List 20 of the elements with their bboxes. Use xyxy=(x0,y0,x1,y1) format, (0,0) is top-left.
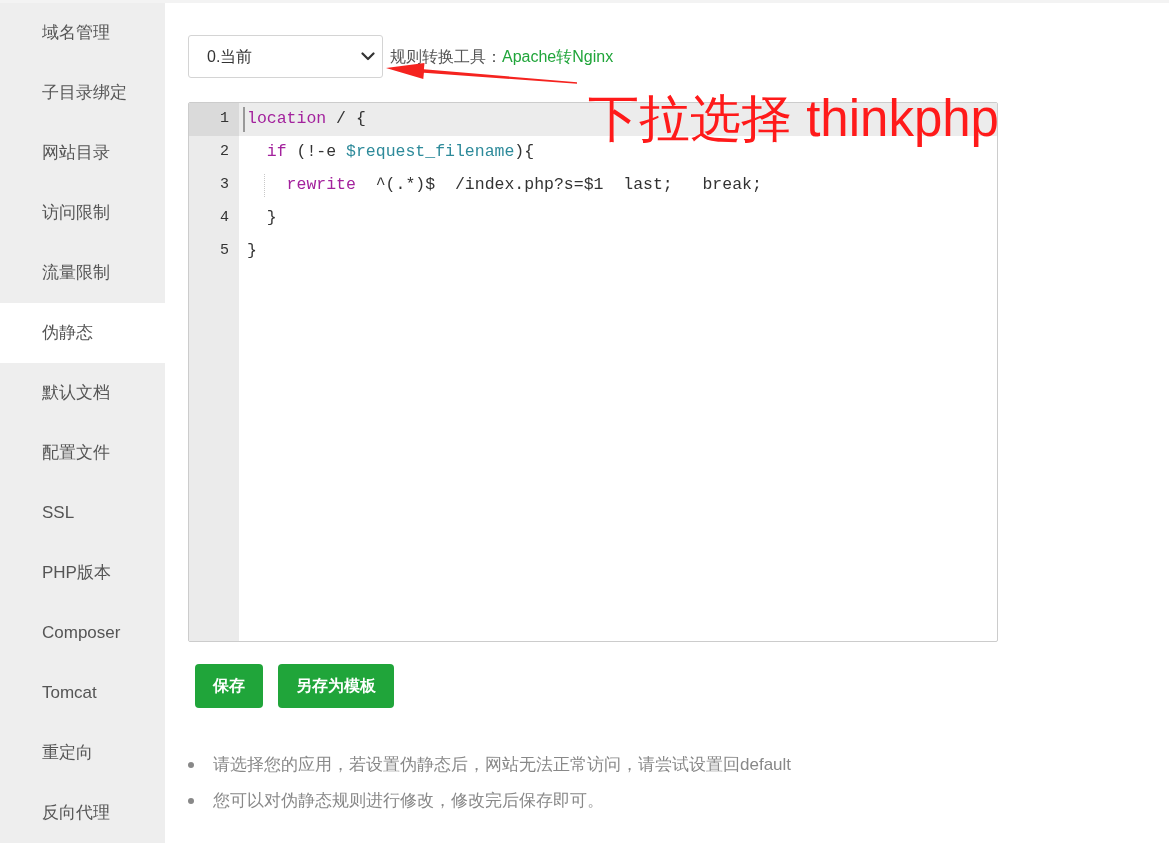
code-line: rewrite ^(.*)$ /index.php?s=$1 last; break; xyxy=(286,174,762,197)
bullet-icon xyxy=(188,798,194,804)
line-number: 1 xyxy=(189,103,239,136)
chevron-down-icon xyxy=(361,52,375,61)
tip-text: 您可以对伪静态规则进行修改，修改完后保存即可。 xyxy=(213,790,604,813)
tip-text: 请选择您的应用，若设置伪静态后，网站无法正常访问，请尝试设置回default xyxy=(213,754,792,777)
code-line: } xyxy=(247,240,257,263)
line-number: 4 xyxy=(219,208,230,229)
bullet-icon xyxy=(188,762,194,768)
line-number: 5 xyxy=(219,241,230,262)
rewrite-select[interactable]: 0.当前 xyxy=(188,35,383,78)
line-number: 2 xyxy=(219,142,230,163)
indent-guide xyxy=(263,174,265,197)
text-cursor xyxy=(243,107,245,132)
converter-label: 规则转换工具： xyxy=(390,46,502,67)
line-number: 3 xyxy=(219,175,230,196)
sidebar-item[interactable]: 伪静态 xyxy=(0,303,165,363)
code-line: if (!-e $request_filename){ xyxy=(266,141,535,164)
code-line: location / { xyxy=(247,108,366,131)
code-line: } xyxy=(266,207,277,230)
